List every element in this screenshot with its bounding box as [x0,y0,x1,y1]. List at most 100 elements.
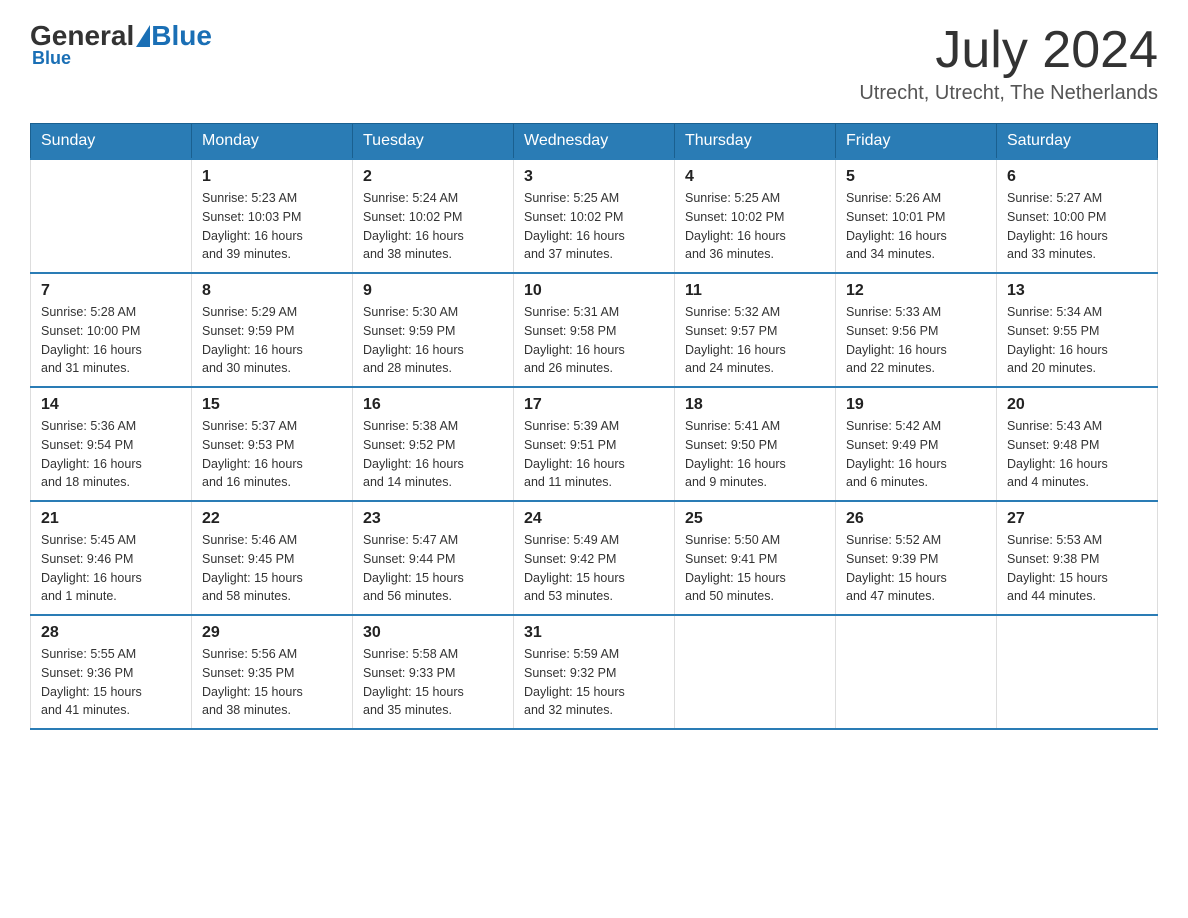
calendar-week-row: 21 Sunrise: 5:45 AM Sunset: 9:46 PM Dayli… [31,501,1158,615]
day-info: Sunrise: 5:49 AM Sunset: 9:42 PM Dayligh… [524,531,664,606]
calendar-cell: 23 Sunrise: 5:47 AM Sunset: 9:44 PM Dayli… [353,501,514,615]
calendar-cell [675,615,836,729]
day-info: Sunrise: 5:59 AM Sunset: 9:32 PM Dayligh… [524,645,664,720]
day-number: 25 [685,510,825,528]
weekday-header-monday: Monday [192,124,353,160]
day-number: 10 [524,282,664,300]
page-header: General Blue Blue July 2024 Utrecht, Utr… [30,20,1158,105]
day-number: 18 [685,396,825,414]
day-number: 29 [202,624,342,642]
day-info: Sunrise: 5:29 AM Sunset: 9:59 PM Dayligh… [202,303,342,378]
day-info: Sunrise: 5:39 AM Sunset: 9:51 PM Dayligh… [524,417,664,492]
day-number: 13 [1007,282,1147,300]
calendar-cell: 7 Sunrise: 5:28 AM Sunset: 10:00 PM Dayli… [31,273,192,387]
calendar-cell: 17Sunrise: 5:39 AM Sunset: 9:51 PM Dayli… [514,387,675,501]
day-number: 20 [1007,396,1147,414]
day-info: Sunrise: 5:56 AM Sunset: 9:35 PM Dayligh… [202,645,342,720]
day-info: Sunrise: 5:25 AM Sunset: 10:02 PM Daylig… [685,189,825,264]
day-info: Sunrise: 5:42 AM Sunset: 9:49 PM Dayligh… [846,417,986,492]
day-info: Sunrise: 5:38 AM Sunset: 9:52 PM Dayligh… [363,417,503,492]
calendar-cell: 16 Sunrise: 5:38 AM Sunset: 9:52 PM Dayli… [353,387,514,501]
calendar-cell: 24 Sunrise: 5:49 AM Sunset: 9:42 PM Dayli… [514,501,675,615]
calendar-week-row: 1 Sunrise: 5:23 AM Sunset: 10:03 PM Dayli… [31,159,1158,273]
day-info: Sunrise: 5:45 AM Sunset: 9:46 PM Dayligh… [41,531,181,606]
calendar-cell: 12Sunrise: 5:33 AM Sunset: 9:56 PM Dayli… [836,273,997,387]
calendar-cell: 3 Sunrise: 5:25 AM Sunset: 10:02 PM Dayli… [514,159,675,273]
calendar-cell: 5 Sunrise: 5:26 AM Sunset: 10:01 PM Dayli… [836,159,997,273]
day-info: Sunrise: 5:53 AM Sunset: 9:38 PM Dayligh… [1007,531,1147,606]
day-info: Sunrise: 5:25 AM Sunset: 10:02 PM Daylig… [524,189,664,264]
day-info: Sunrise: 5:32 AM Sunset: 9:57 PM Dayligh… [685,303,825,378]
title-block: July 2024 Utrecht, Utrecht, The Netherla… [859,20,1158,105]
calendar-cell: 10 Sunrise: 5:31 AM Sunset: 9:58 PM Dayli… [514,273,675,387]
calendar-cell: 29 Sunrise: 5:56 AM Sunset: 9:35 PM Dayli… [192,615,353,729]
month-year-title: July 2024 [859,20,1158,80]
day-info: Sunrise: 5:43 AM Sunset: 9:48 PM Dayligh… [1007,417,1147,492]
day-info: Sunrise: 5:41 AM Sunset: 9:50 PM Dayligh… [685,417,825,492]
calendar-cell: 28 Sunrise: 5:55 AM Sunset: 9:36 PM Dayli… [31,615,192,729]
weekday-header-saturday: Saturday [997,124,1158,160]
day-info: Sunrise: 5:50 AM Sunset: 9:41 PM Dayligh… [685,531,825,606]
day-info: Sunrise: 5:28 AM Sunset: 10:00 PM Daylig… [41,303,181,378]
day-number: 16 [363,396,503,414]
calendar-week-row: 7 Sunrise: 5:28 AM Sunset: 10:00 PM Dayli… [31,273,1158,387]
weekday-header-sunday: Sunday [31,124,192,160]
calendar-cell [31,159,192,273]
day-number: 28 [41,624,181,642]
day-info: Sunrise: 5:30 AM Sunset: 9:59 PM Dayligh… [363,303,503,378]
calendar-cell: 13 Sunrise: 5:34 AM Sunset: 9:55 PM Dayli… [997,273,1158,387]
day-info: Sunrise: 5:36 AM Sunset: 9:54 PM Dayligh… [41,417,181,492]
logo: General Blue Blue [30,20,212,69]
calendar-cell: 26 Sunrise: 5:52 AM Sunset: 9:39 PM Dayli… [836,501,997,615]
weekday-header-tuesday: Tuesday [353,124,514,160]
calendar-cell: 14Sunrise: 5:36 AM Sunset: 9:54 PM Dayli… [31,387,192,501]
calendar-table: SundayMondayTuesdayWednesdayThursdayFrid… [30,123,1158,730]
calendar-cell: 19 Sunrise: 5:42 AM Sunset: 9:49 PM Dayli… [836,387,997,501]
day-info: Sunrise: 5:58 AM Sunset: 9:33 PM Dayligh… [363,645,503,720]
calendar-cell: 2Sunrise: 5:24 AM Sunset: 10:02 PM Dayli… [353,159,514,273]
day-info: Sunrise: 5:37 AM Sunset: 9:53 PM Dayligh… [202,417,342,492]
day-number: 15 [202,396,342,414]
day-info: Sunrise: 5:27 AM Sunset: 10:00 PM Daylig… [1007,189,1147,264]
day-number: 23 [363,510,503,528]
day-number: 19 [846,396,986,414]
day-number: 12 [846,282,986,300]
day-number: 31 [524,624,664,642]
day-info: Sunrise: 5:23 AM Sunset: 10:03 PM Daylig… [202,189,342,264]
calendar-cell: 20 Sunrise: 5:43 AM Sunset: 9:48 PM Dayli… [997,387,1158,501]
calendar-cell: 27Sunrise: 5:53 AM Sunset: 9:38 PM Dayli… [997,501,1158,615]
day-number: 22 [202,510,342,528]
calendar-cell: 11Sunrise: 5:32 AM Sunset: 9:57 PM Dayli… [675,273,836,387]
day-number: 26 [846,510,986,528]
logo-subtitle: Blue [32,48,71,69]
calendar-cell: 9 Sunrise: 5:30 AM Sunset: 9:59 PM Daylig… [353,273,514,387]
calendar-cell: 6Sunrise: 5:27 AM Sunset: 10:00 PM Dayli… [997,159,1158,273]
calendar-week-row: 14Sunrise: 5:36 AM Sunset: 9:54 PM Dayli… [31,387,1158,501]
day-info: Sunrise: 5:34 AM Sunset: 9:55 PM Dayligh… [1007,303,1147,378]
calendar-cell: 1 Sunrise: 5:23 AM Sunset: 10:03 PM Dayli… [192,159,353,273]
day-number: 3 [524,168,664,186]
day-number: 1 [202,168,342,186]
day-info: Sunrise: 5:52 AM Sunset: 9:39 PM Dayligh… [846,531,986,606]
day-number: 9 [363,282,503,300]
calendar-cell [836,615,997,729]
day-info: Sunrise: 5:55 AM Sunset: 9:36 PM Dayligh… [41,645,181,720]
calendar-cell: 8Sunrise: 5:29 AM Sunset: 9:59 PM Daylig… [192,273,353,387]
day-number: 21 [41,510,181,528]
calendar-cell: 25 Sunrise: 5:50 AM Sunset: 9:41 PM Dayli… [675,501,836,615]
calendar-cell: 22 Sunrise: 5:46 AM Sunset: 9:45 PM Dayli… [192,501,353,615]
day-info: Sunrise: 5:46 AM Sunset: 9:45 PM Dayligh… [202,531,342,606]
weekday-header-thursday: Thursday [675,124,836,160]
calendar-cell: 18 Sunrise: 5:41 AM Sunset: 9:50 PM Dayli… [675,387,836,501]
day-info: Sunrise: 5:47 AM Sunset: 9:44 PM Dayligh… [363,531,503,606]
calendar-cell: 15 Sunrise: 5:37 AM Sunset: 9:53 PM Dayli… [192,387,353,501]
day-info: Sunrise: 5:26 AM Sunset: 10:01 PM Daylig… [846,189,986,264]
calendar-cell [997,615,1158,729]
day-info: Sunrise: 5:31 AM Sunset: 9:58 PM Dayligh… [524,303,664,378]
logo-blue-text: Blue [151,20,212,52]
calendar-header-row: SundayMondayTuesdayWednesdayThursdayFrid… [31,124,1158,160]
day-number: 24 [524,510,664,528]
calendar-week-row: 28 Sunrise: 5:55 AM Sunset: 9:36 PM Dayli… [31,615,1158,729]
day-number: 7 [41,282,181,300]
day-number: 5 [846,168,986,186]
